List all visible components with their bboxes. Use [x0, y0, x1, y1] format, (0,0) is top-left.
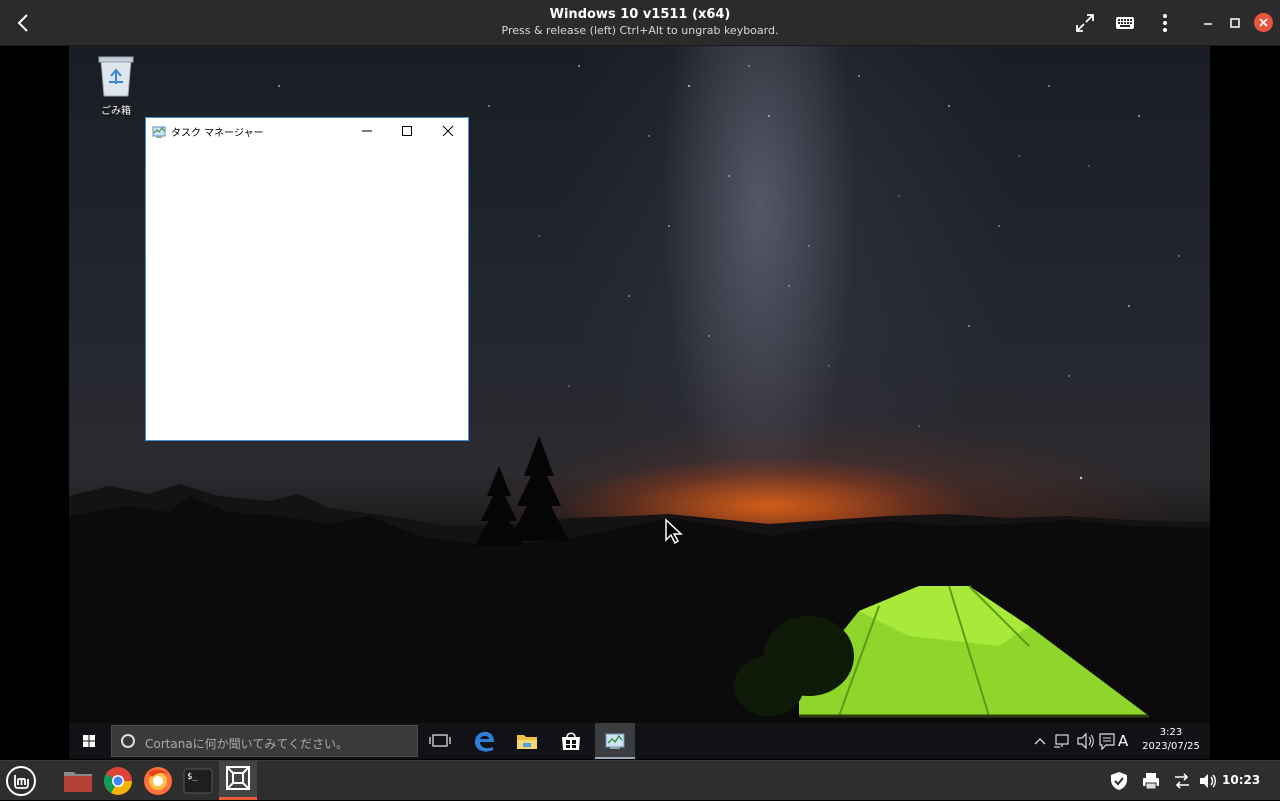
- close-icon[interactable]: [1254, 13, 1273, 32]
- svg-text:$_: $_: [187, 772, 198, 782]
- tm-minimize-button[interactable]: [347, 118, 387, 144]
- maximize-icon[interactable]: [1226, 14, 1244, 32]
- cortana-search-box[interactable]: Cortanaに何か聞いてみてください。: [111, 725, 418, 757]
- virt-viewer-task-button[interactable]: [219, 761, 257, 800]
- firefox-icon[interactable]: [142, 765, 174, 797]
- files-icon[interactable]: [62, 765, 94, 797]
- cortana-icon: [121, 734, 135, 748]
- task-manager-title: タスク マネージャー: [171, 128, 264, 139]
- network-icon[interactable]: [1172, 771, 1192, 791]
- ime-indicator[interactable]: A: [1118, 723, 1132, 759]
- clock-date: 2023/07/25: [1142, 741, 1200, 752]
- keyboard-icon[interactable]: [1113, 11, 1137, 35]
- start-button[interactable]: [69, 723, 109, 759]
- host-panel: $_ 10:23: [0, 760, 1280, 800]
- mouse-cursor-icon: [665, 518, 683, 544]
- file-explorer-icon[interactable]: [507, 723, 547, 759]
- cortana-placeholder: Cortanaに何か聞いてみてください。: [145, 737, 348, 751]
- task-view-icon[interactable]: [420, 723, 460, 759]
- task-manager-titlebar[interactable]: タスク マネージャー: [146, 118, 468, 144]
- kebab-menu-icon[interactable]: [1153, 11, 1177, 35]
- minimize-icon[interactable]: [1199, 14, 1217, 32]
- task-manager-taskbar-icon[interactable]: [595, 723, 635, 759]
- tm-close-button[interactable]: [428, 118, 468, 144]
- mint-menu-icon[interactable]: [5, 765, 37, 797]
- task-manager-icon: [152, 124, 166, 138]
- system-clock[interactable]: 3:23 2023/07/25: [1133, 726, 1209, 758]
- shield-icon[interactable]: [1109, 771, 1129, 791]
- volume-icon[interactable]: [1198, 771, 1218, 791]
- chrome-icon[interactable]: [102, 765, 134, 797]
- virt-viewer-icon: [226, 766, 250, 790]
- action-center-icon[interactable]: [1096, 723, 1118, 759]
- clock-time: 3:23: [1159, 727, 1183, 738]
- terminal-icon[interactable]: $_: [182, 765, 214, 797]
- host-clock[interactable]: 10:23: [1222, 773, 1260, 787]
- windows-logo-icon: [83, 735, 95, 747]
- volume-tray-icon[interactable]: [1074, 723, 1096, 759]
- store-icon[interactable]: [551, 723, 591, 759]
- guest-desktop[interactable]: ごみ箱 タスク マネージャー Cortanaに何か聞いてみてください。 A 3:…: [69, 46, 1210, 759]
- recycle-bin-desktop-icon[interactable]: ごみ箱: [89, 52, 143, 118]
- vm-viewer-header: Windows 10 v1511 (x64) Press & release (…: [0, 0, 1280, 46]
- tm-maximize-button[interactable]: [387, 118, 427, 144]
- printer-icon[interactable]: [1141, 771, 1161, 791]
- recycle-bin-label: ごみ箱: [101, 106, 131, 117]
- chevron-up-icon[interactable]: [1032, 723, 1048, 759]
- recycle-bin-icon: [98, 56, 134, 97]
- task-manager-window[interactable]: タスク マネージャー: [145, 117, 469, 441]
- edge-icon[interactable]: [464, 723, 504, 759]
- network-tray-icon[interactable]: [1051, 723, 1073, 759]
- windows-taskbar: Cortanaに何か聞いてみてください。 A 3:23 2023/07/25: [69, 723, 1210, 759]
- fullscreen-icon[interactable]: [1073, 11, 1097, 35]
